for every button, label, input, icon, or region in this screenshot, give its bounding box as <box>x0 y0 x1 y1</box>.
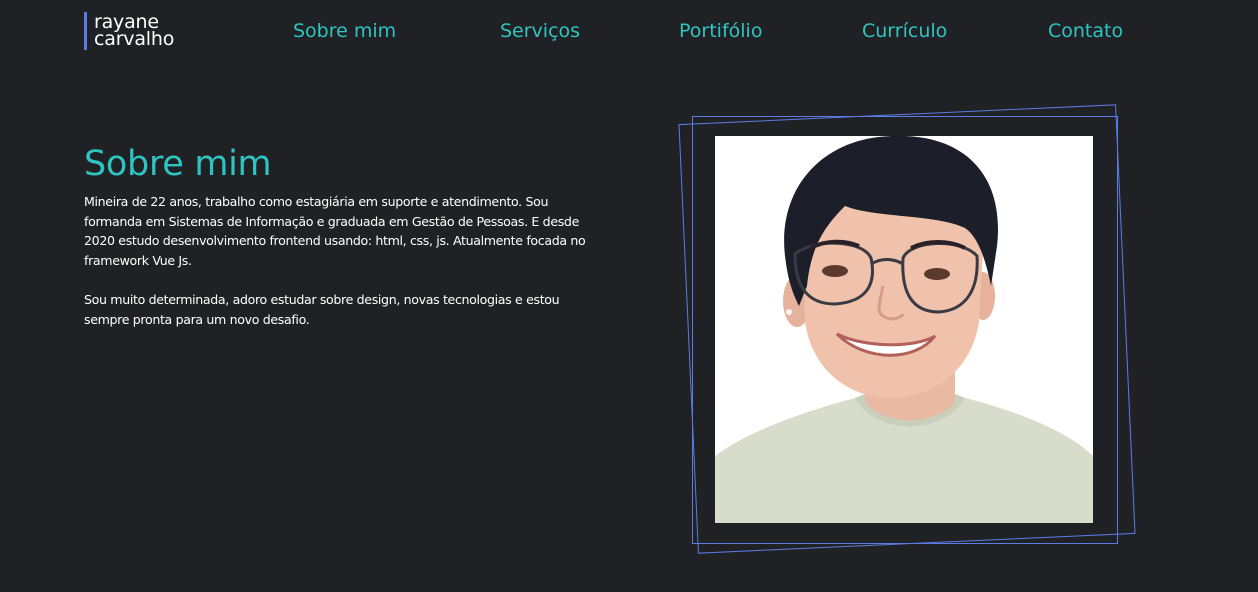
about-text: Mineira de 22 anos, trabalho como estagi… <box>84 192 604 349</box>
about-paragraph-1: Mineira de 22 anos, trabalho como estagi… <box>84 194 586 268</box>
nav-link-contato[interactable]: Contato <box>1048 17 1123 45</box>
nav-link-portifolio[interactable]: Portifólio <box>679 17 762 45</box>
main-nav: Sobre mim Serviços Portifólio Currículo … <box>0 17 1258 45</box>
page: rayane carvalho Sobre mim Serviços Porti… <box>0 0 1258 592</box>
about-paragraph-2: Sou muito determinada, adoro estudar sob… <box>84 291 560 327</box>
nav-link-sobre-mim[interactable]: Sobre mim <box>293 17 396 45</box>
about-title: Sobre mim <box>84 144 272 184</box>
profile-photo <box>715 136 1093 523</box>
nav-link-curriculo[interactable]: Currículo <box>862 17 947 45</box>
nav-link-servicos[interactable]: Serviços <box>500 17 580 45</box>
